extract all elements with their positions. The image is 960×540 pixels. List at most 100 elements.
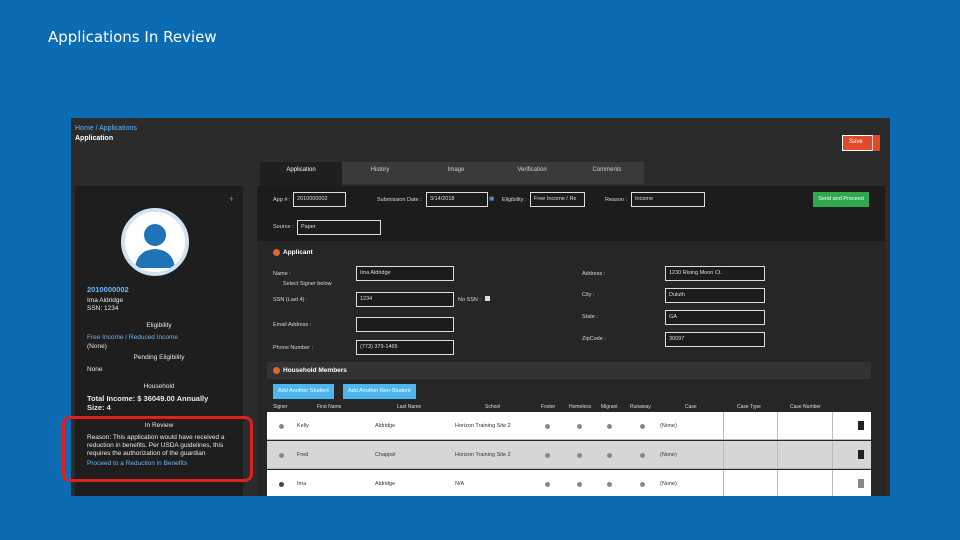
row-last-name: Aldridge (375, 423, 396, 429)
signer-radio-selected[interactable] (279, 482, 284, 487)
row-case[interactable]: (None) (660, 481, 677, 487)
eligibility-select[interactable]: Free Income / Re (530, 192, 585, 207)
trash-icon[interactable] (858, 479, 864, 488)
foster-checkbox[interactable] (545, 482, 550, 487)
send-and-proceed-button[interactable]: Send and Proceed (813, 192, 869, 207)
eligibility-label: Eligibility (146, 322, 172, 329)
app-number-label: App # : (273, 197, 291, 203)
table-row[interactable]: Kelly Aldridge Horizon Training Site 2 (… (267, 412, 871, 440)
ssn-field[interactable]: 1234 (356, 292, 454, 307)
eligibility-value: Free Income / Reduced Income (87, 334, 179, 341)
reason-select[interactable]: Income (631, 192, 705, 207)
col-case-type[interactable]: Case Type (737, 404, 761, 410)
homeless-checkbox[interactable] (577, 424, 582, 429)
row-school: N/A (455, 481, 465, 487)
application-header-row: App # : 2010000002 Submission Date : 3/1… (257, 186, 885, 241)
trash-icon[interactable] (858, 450, 864, 459)
col-case[interactable]: Case (685, 404, 697, 410)
add-non-student-button[interactable]: Add Another Non-Student (343, 384, 416, 399)
col-last-name[interactable]: Last Name (397, 404, 421, 410)
col-homeless[interactable]: Homeless (569, 404, 591, 410)
reason-label: Reason : (605, 197, 628, 203)
state-field[interactable]: GA (665, 310, 765, 325)
phone-field[interactable]: (773) 379-1465 (356, 340, 454, 355)
migrant-checkbox[interactable] (607, 482, 612, 487)
app-number-field[interactable]: 2010000002 (293, 192, 346, 207)
table-row[interactable]: Fred Chappel Horizon Training Site 2 (No… (267, 441, 871, 469)
col-school[interactable]: School (485, 404, 500, 410)
tab-history[interactable]: History (342, 162, 418, 184)
signer-radio[interactable] (279, 453, 284, 458)
name-field[interactable]: Ima Aldridge (356, 266, 454, 281)
source-label: Source : (273, 224, 294, 230)
applicant-section-title: Applicant (273, 249, 313, 256)
row-case[interactable]: (None) (660, 423, 677, 429)
row-first-name: Kelly (297, 423, 309, 429)
eligibility-sub: (None) (87, 343, 107, 350)
email-field[interactable] (356, 317, 454, 332)
address-label: Address : (582, 271, 606, 277)
state-label: State : (582, 314, 598, 320)
table-row[interactable]: Ima Aldridge N/A (None) (267, 470, 871, 496)
col-signer[interactable]: Signer (273, 404, 287, 410)
homeless-checkbox[interactable] (577, 453, 582, 458)
pending-eligibility-value: None (87, 366, 103, 373)
slide-title: Applications In Review (48, 28, 217, 46)
row-last-name: Aldridge (375, 481, 396, 487)
submission-date-field[interactable]: 3/14/2018 (426, 192, 488, 207)
add-student-button[interactable]: Add Another Student (273, 384, 334, 399)
runaway-checkbox[interactable] (640, 482, 645, 487)
application-form: App # : 2010000002 Submission Date : 3/1… (257, 186, 885, 496)
city-field[interactable]: Duluth (665, 288, 765, 303)
address-field[interactable]: 1230 Rising Moon Ct. (665, 266, 765, 281)
submission-date-label: Submission Date : (377, 197, 422, 203)
col-runaway[interactable]: Runaway (630, 404, 651, 410)
migrant-checkbox[interactable] (607, 453, 612, 458)
in-review-highlight (62, 416, 253, 482)
runaway-checkbox[interactable] (640, 424, 645, 429)
zip-field[interactable]: 30097 (665, 332, 765, 347)
col-foster[interactable]: Foster (541, 404, 555, 410)
foster-checkbox[interactable] (545, 453, 550, 458)
row-school: Horizon Training Site 2 (455, 423, 511, 429)
signer-radio[interactable] (279, 424, 284, 429)
household-section-title: Household Members (273, 367, 347, 374)
pending-eligibility-label: Pending Eligibility (133, 354, 185, 361)
email-label: Email Address : (273, 322, 312, 328)
no-ssn-checkbox[interactable] (485, 296, 490, 301)
foster-checkbox[interactable] (545, 424, 550, 429)
save-dropdown-button[interactable] (872, 135, 880, 151)
city-label: City : (582, 292, 595, 298)
row-first-name: Fred (297, 452, 309, 458)
col-first-name[interactable]: First Name (317, 404, 341, 410)
household-label: Household (143, 383, 175, 390)
tab-image[interactable]: Image (418, 162, 494, 184)
total-income: Total Income: $ 36049.00 Annually (87, 394, 209, 403)
col-case-number[interactable]: Case Number (790, 404, 821, 410)
trash-icon[interactable] (858, 421, 864, 430)
tab-application[interactable]: Application (260, 162, 342, 186)
homeless-checkbox[interactable] (577, 482, 582, 487)
source-select[interactable]: Paper (297, 220, 381, 235)
calendar-icon[interactable]: ▦ (489, 196, 494, 202)
table-header: Signer First Name Last Name School Foste… (267, 402, 871, 412)
tab-verification[interactable]: Verification (494, 162, 570, 184)
phone-label: Phone Number : (273, 345, 314, 351)
row-first-name: Ima (297, 481, 307, 487)
select-signer-hint: Select Signer below (283, 281, 332, 287)
breadcrumb[interactable]: Home / Applications (75, 125, 137, 132)
row-last-name: Chappel (375, 452, 396, 458)
row-school: Horizon Training Site 2 (455, 452, 511, 458)
row-case[interactable]: (None) (660, 452, 677, 458)
avatar (121, 208, 189, 276)
tab-comments[interactable]: Comments (570, 162, 644, 184)
runaway-checkbox[interactable] (640, 453, 645, 458)
migrant-checkbox[interactable] (607, 424, 612, 429)
no-ssn-label: No SSN : (458, 297, 481, 303)
name-label: Name : (273, 271, 291, 277)
ssn-label: SSN (Last 4) : (273, 297, 308, 303)
applicant-id: 2010000002 (87, 285, 129, 294)
tab-bar: Application History Image Verification C… (260, 162, 644, 186)
expand-icon[interactable]: + (229, 194, 234, 204)
col-migrant[interactable]: Migrant (601, 404, 618, 410)
